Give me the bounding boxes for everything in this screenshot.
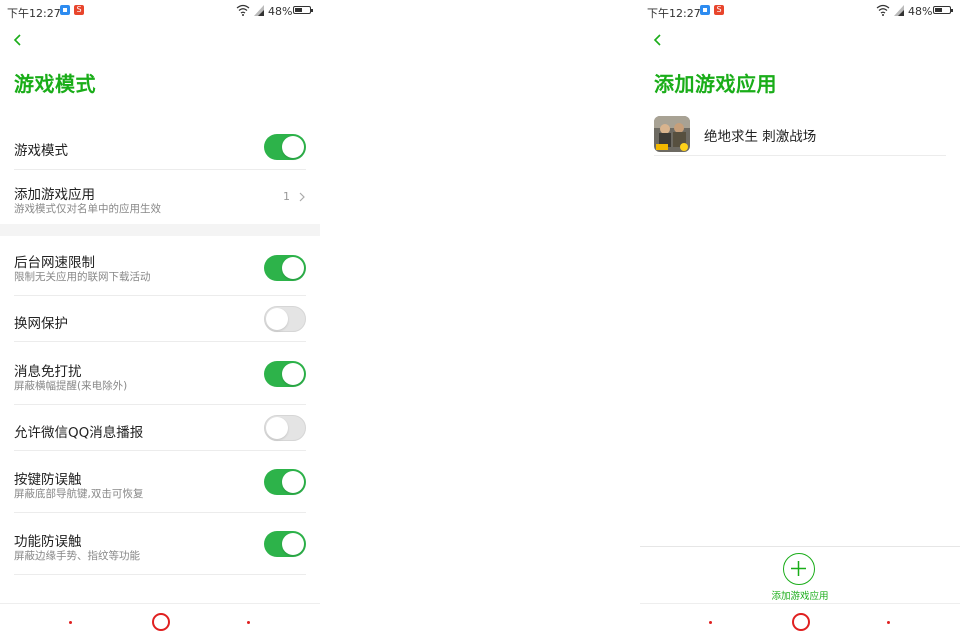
setting-row-button-anti-touch[interactable]: 按键防误触 屏蔽底部导航键,双击可恢复	[0, 451, 320, 513]
game-mode-toggle[interactable]	[264, 134, 306, 160]
add-game-app-label[interactable]: 添加游戏应用	[640, 588, 960, 602]
nav-back-dot[interactable]	[709, 621, 712, 624]
setting-row-background-speed-limit[interactable]: 后台网速限制 限制无关应用的联网下载活动	[0, 240, 320, 296]
back-button[interactable]	[10, 32, 26, 48]
game-app-name: 绝地求生 刺激战场	[704, 129, 817, 145]
divider	[654, 155, 946, 156]
signal-icon	[894, 5, 904, 16]
nav-back-dot[interactable]	[69, 621, 72, 624]
divider	[14, 341, 306, 342]
status-bar: 下午12:27 S 48%	[640, 0, 960, 24]
setting-subtitle: 游戏模式仅对名单中的应用生效	[14, 203, 161, 215]
do-not-disturb-toggle[interactable]	[264, 361, 306, 387]
toggle-knob	[282, 533, 304, 555]
setting-title: 后台网速限制	[14, 255, 95, 271]
page-title: 游戏模式	[14, 72, 96, 96]
setting-row-game-mode[interactable]: 游戏模式	[0, 124, 320, 170]
setting-title: 添加游戏应用	[14, 187, 95, 203]
battery-icon	[933, 6, 953, 14]
setting-subtitle: 屏蔽边缘手势、指纹等功能	[14, 550, 140, 562]
toggle-knob	[282, 136, 304, 158]
weibo-notification-icon: S	[714, 5, 724, 15]
battery-percent: 48%	[908, 5, 933, 18]
setting-title: 消息免打扰	[14, 364, 82, 380]
battery-percent: 48%	[268, 5, 293, 18]
app-notification-icon	[60, 5, 70, 15]
game-app-item[interactable]: 绝地求生 刺激战场	[654, 110, 946, 156]
wifi-icon	[236, 4, 250, 16]
setting-row-function-anti-touch[interactable]: 功能防误触 屏蔽边缘手势、指纹等功能	[0, 513, 320, 575]
setting-row-wechat-qq-broadcast[interactable]: 允许微信QQ消息播报	[0, 405, 320, 451]
setting-subtitle: 屏蔽底部导航键,双击可恢复	[14, 488, 144, 500]
setting-title: 游戏模式	[14, 143, 68, 159]
add-game-app-screen: 下午12:27 S 48% 添加游戏应用 绝地求生 刺激战场 添加游戏应用	[640, 0, 960, 640]
setting-title: 换网保护	[14, 316, 68, 332]
divider	[14, 574, 306, 575]
toggle-knob	[266, 308, 288, 330]
navigation-bar	[0, 603, 320, 640]
setting-subtitle: 限制无关应用的联网下载活动	[14, 271, 151, 283]
status-time: 下午12:27	[7, 7, 61, 20]
setting-row-do-not-disturb[interactable]: 消息免打扰 屏蔽横幅提醒(来电除外)	[0, 343, 320, 405]
page-title: 添加游戏应用	[654, 72, 777, 96]
setting-subtitle: 屏蔽横幅提醒(来电除外)	[14, 380, 128, 392]
pubg-game-icon	[654, 116, 690, 152]
setting-title: 按键防误触	[14, 472, 82, 488]
navigation-bar	[640, 603, 960, 640]
toggle-knob	[282, 257, 304, 279]
battery-icon	[293, 6, 313, 14]
game-mode-screen: 下午12:27 S 48% 游戏模式 游戏模式添加游戏应用 游戏模式仅对名单中的应…	[0, 0, 320, 640]
setting-row-network-protection[interactable]: 换网保护	[0, 296, 320, 342]
wifi-icon	[876, 4, 890, 16]
battery-level	[935, 8, 942, 12]
background-speed-limit-toggle[interactable]	[264, 255, 306, 281]
toggle-knob	[282, 363, 304, 385]
nav-recent-dot[interactable]	[247, 621, 250, 624]
toggle-knob	[266, 417, 288, 439]
back-button[interactable]	[650, 32, 666, 48]
nav-recent-dot[interactable]	[887, 621, 890, 624]
weibo-notification-icon: S	[74, 5, 84, 15]
chevron-right-icon	[299, 192, 305, 202]
plus-icon	[791, 561, 806, 576]
nav-home-button[interactable]	[792, 613, 810, 631]
status-bar: 下午12:27 S 48%	[0, 0, 320, 24]
battery-level	[295, 8, 302, 12]
section-separator	[0, 224, 320, 236]
add-game-app-button[interactable]	[783, 553, 815, 585]
function-anti-touch-toggle[interactable]	[264, 531, 306, 557]
signal-icon	[254, 5, 264, 16]
setting-title: 允许微信QQ消息播报	[14, 425, 144, 441]
toggle-knob	[282, 471, 304, 493]
wechat-qq-broadcast-toggle[interactable]	[264, 415, 306, 441]
setting-row-add-game-app[interactable]: 添加游戏应用 游戏模式仅对名单中的应用生效 1	[0, 170, 320, 224]
network-protection-toggle[interactable]	[264, 306, 306, 332]
app-notification-icon	[700, 5, 710, 15]
button-anti-touch-toggle[interactable]	[264, 469, 306, 495]
status-time: 下午12:27	[647, 7, 701, 20]
nav-home-button[interactable]	[152, 613, 170, 631]
game-app-count: 1	[283, 190, 290, 203]
screenshot-stage: 下午12:27 S 48% 游戏模式 游戏模式 添加游戏应用 游戏模式仅对名单中的应…	[0, 0, 960, 640]
setting-title: 功能防误触	[14, 534, 82, 550]
